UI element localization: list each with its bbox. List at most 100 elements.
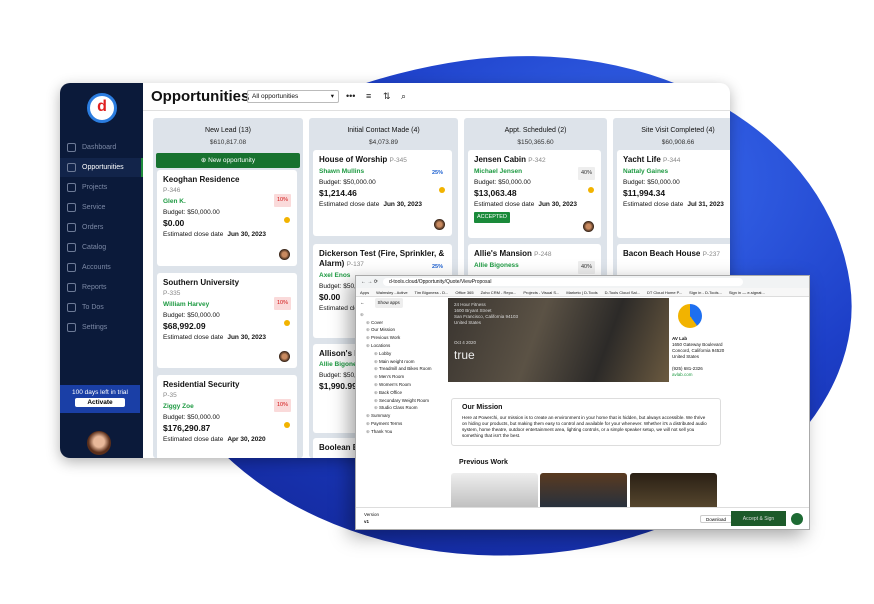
status-dot-icon xyxy=(439,187,445,193)
bookmark-item[interactable]: DT Cloud Home P... xyxy=(647,290,682,295)
toc-item[interactable]: Our Mission xyxy=(360,326,445,334)
owner-avatar xyxy=(583,221,594,232)
bookmark-item[interactable]: Sign in - D-Tools... xyxy=(689,290,722,295)
opportunity-amount: $1,214.46 xyxy=(319,188,357,198)
opportunity-card[interactable]: Southern University P-335 10% William Har… xyxy=(157,273,297,368)
contact-name[interactable]: Glen K. xyxy=(163,196,291,207)
contact-name[interactable]: Nattaly Gaines xyxy=(623,166,730,177)
owner-avatar xyxy=(279,249,290,260)
previous-work-image[interactable] xyxy=(451,473,538,511)
toc-item[interactable]: Back Office xyxy=(360,389,445,397)
column-title: New Lead (13) xyxy=(205,127,251,134)
page-title: Opportunities xyxy=(151,88,250,105)
chat-icon[interactable] xyxy=(789,511,805,527)
bookmarks-bar: Apps Walmsley - Active Tim Bigoness - D...… xyxy=(356,288,809,297)
sort-icon[interactable]: ⇅ xyxy=(383,91,391,102)
sidebar-item-label: Settings xyxy=(82,324,108,331)
sidebar-item-to-dos[interactable]: To Dos xyxy=(60,298,143,317)
nav-icon xyxy=(67,323,76,332)
column-header: Site Visit Completed (4) $60,908.66 xyxy=(613,118,730,149)
status-dot-icon xyxy=(284,422,290,428)
sidebar-item-service[interactable]: Service xyxy=(60,198,143,217)
bookmark-item[interactable]: D-Tools Cloud Sal... xyxy=(605,290,640,295)
sidebar-item-label: Dashboard xyxy=(82,144,117,151)
user-avatar[interactable] xyxy=(87,431,111,455)
company-website-link[interactable]: avlab.com xyxy=(672,372,693,377)
toc-item[interactable]: Main weight room xyxy=(360,358,445,366)
toc-item[interactable]: Studio Class Room xyxy=(360,404,445,412)
address-bar-row: ← → ⟳ d-tools.cloud/Opportunity/Quote/Vi… xyxy=(356,276,809,288)
opportunity-id: P-344 xyxy=(663,157,681,164)
toc-item[interactable]: Payment Terms xyxy=(360,420,445,428)
budget: Budget: $50,000.00 xyxy=(319,179,376,186)
toc-item[interactable]: Thank You xyxy=(360,428,445,436)
toc-item[interactable]: Women's Room xyxy=(360,381,445,389)
opportunity-name: Residential Security xyxy=(163,380,240,389)
toc-item[interactable]: Cover xyxy=(360,319,445,327)
contact-name[interactable]: Michael Jensen xyxy=(474,166,595,177)
toc-item[interactable]: Men's Room xyxy=(360,373,445,381)
activate-button[interactable]: Activate xyxy=(75,398,125,407)
sidebar-item-orders[interactable]: Orders xyxy=(60,218,143,237)
company-name: AV Lab xyxy=(672,336,688,341)
toc-item[interactable]: Treadmill and Bikes Room xyxy=(360,365,445,373)
sidebar-item-accounts[interactable]: Accounts xyxy=(60,258,143,277)
proposal-footer: Version v1 Download Accept & Sign xyxy=(356,507,809,529)
sidebar-item-label: Projects xyxy=(82,184,108,191)
owner-avatar xyxy=(279,351,290,362)
opportunity-card[interactable]: House of Worship P-345 25% Shawn Mullins… xyxy=(313,150,452,236)
sidebar-item-dashboard[interactable]: Dashboard xyxy=(60,138,143,157)
bookmark-item[interactable]: Projects - Visual S... xyxy=(523,290,559,295)
mission-section: Our Mission Here at Powerchi, our missio… xyxy=(451,398,721,446)
toc-item[interactable]: Lobby xyxy=(360,350,445,358)
bookmark-item[interactable]: Tim Bigoness - D... xyxy=(415,290,449,295)
url-field[interactable]: d-tools.cloud/Opportunity/Quote/ViewProp… xyxy=(382,278,743,286)
previous-work-image[interactable] xyxy=(540,473,627,511)
opportunity-id: P-137 xyxy=(346,261,364,268)
opportunity-name: Keoghan Residence xyxy=(163,175,240,184)
nav-arrows-icon[interactable]: ← → ⟳ xyxy=(361,279,378,285)
opportunity-card[interactable]: Yacht Life P-344 Nattaly Gaines Budget: … xyxy=(617,150,730,238)
sidebar-item-settings[interactable]: Settings xyxy=(60,318,143,337)
sidebar-item-opportunities[interactable]: Opportunities xyxy=(60,158,143,177)
bookmark-item[interactable]: Marketo | D-Tools xyxy=(566,290,597,295)
opportunity-card[interactable]: Jensen Cabin P-342 40% Michael Jensen Bu… xyxy=(468,150,601,238)
company-logo xyxy=(678,304,702,328)
contact-name[interactable]: Allie Bigoness xyxy=(474,260,595,271)
bookmark-item[interactable]: Office 365 xyxy=(455,290,473,295)
accept-sign-button[interactable]: Accept & Sign xyxy=(731,511,786,526)
nav-icon xyxy=(67,143,76,152)
company-country: United States xyxy=(672,354,700,359)
search-icon[interactable]: ⌕ xyxy=(401,91,406,102)
previous-work-image[interactable] xyxy=(630,473,717,511)
new-opportunity-button[interactable]: ⊕ New opportunity xyxy=(156,153,300,168)
back-arrow-icon[interactable]: ← xyxy=(360,300,365,305)
sidebar-item-catalog[interactable]: Catalog xyxy=(60,238,143,257)
more-icon[interactable]: ••• xyxy=(346,91,355,101)
bookmark-item[interactable]: Apps xyxy=(360,290,369,295)
sidebar-item-label: Catalog xyxy=(82,244,107,251)
toc-item[interactable]: Summary xyxy=(360,412,445,420)
close-date: Jun 30, 2023 xyxy=(383,201,423,208)
download-button[interactable]: Download xyxy=(700,515,733,523)
previous-work-heading: Previous Work xyxy=(459,459,508,466)
toc-item[interactable]: Previous Work xyxy=(360,334,445,342)
toc-item[interactable]: Secondary Weight Room xyxy=(360,397,445,405)
bookmark-item[interactable]: Walmsley - Active xyxy=(376,290,407,295)
contact-name[interactable]: William Harvey xyxy=(163,299,291,310)
bookmark-item[interactable]: Zoho CRM - Repo... xyxy=(481,290,517,295)
toc-item[interactable]: Locations xyxy=(360,342,445,350)
opportunity-card[interactable]: Keoghan Residence P-346 10% Glen K. Budge… xyxy=(157,170,297,266)
opportunity-filter-select[interactable]: All opportunities xyxy=(247,90,339,103)
sidebar-item-reports[interactable]: Reports xyxy=(60,278,143,297)
pipeline-column: New Lead (13) $610,817.08 ⊕ New opportunit… xyxy=(153,118,303,458)
contact-name[interactable]: Ziggy Zoe xyxy=(163,401,291,412)
contact-name[interactable]: Shawn Mullins xyxy=(319,166,446,177)
sidebar-item-projects[interactable]: Projects xyxy=(60,178,143,197)
opportunity-card[interactable]: Residential Security P-35 10% Ziggy Zoe B… xyxy=(157,375,297,458)
bookmark-item[interactable]: Sign in — e-signat... xyxy=(729,290,765,295)
probability-badge: 10% xyxy=(273,194,291,207)
column-total: $150,365.60 xyxy=(517,139,554,146)
filter-icon[interactable]: ≡ xyxy=(366,91,371,101)
nav-icon xyxy=(67,163,76,172)
